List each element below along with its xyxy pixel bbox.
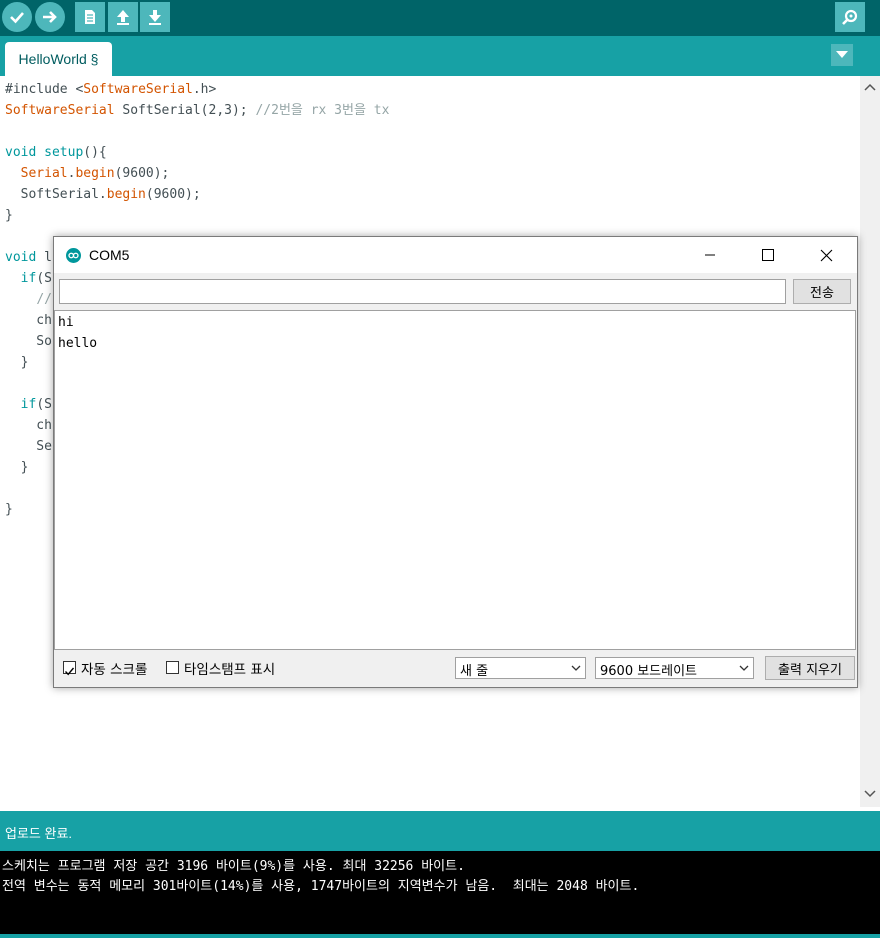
serial-output-line: hi	[58, 315, 74, 330]
code-token: SoftSerial.begin(9600);	[5, 187, 201, 202]
console-line: 전역 변수는 동적 메모리 301바이트(14%)를 사용, 1747바이트의 …	[2, 879, 640, 894]
verify-button[interactable]	[2, 2, 32, 32]
scroll-up-icon[interactable]	[864, 82, 876, 94]
code-line-18: Se	[5, 436, 52, 457]
new-sketch-button[interactable]	[75, 2, 105, 32]
serial-monitor-window: COM5 전송 hi hello 자동 스크롤 타임스탬프 표시 새 줄 960…	[53, 236, 858, 688]
console-output: 스케치는 프로그램 저장 공간 3196 바이트(9%)를 사용. 최대 322…	[0, 851, 880, 934]
baud-rate-select[interactable]: 9600 보드레이트	[595, 657, 754, 679]
code-line-2: SoftwareSerial SoftSerial(2,3); //2번을 rx…	[5, 100, 389, 121]
code-token: So	[5, 334, 52, 349]
code-token: }	[5, 460, 29, 475]
new-icon	[85, 10, 95, 24]
open-sketch-button[interactable]	[108, 2, 138, 32]
code-token: }	[5, 502, 13, 517]
autoscroll-label[interactable]: 자동 스크롤	[81, 658, 147, 678]
serial-monitor-titlebar[interactable]: COM5	[54, 237, 857, 273]
status-text: 업로드 완료.	[5, 826, 73, 841]
code-line-13: So	[5, 331, 52, 352]
code-line-16: if(S	[5, 394, 52, 415]
tab-menu-button[interactable]	[831, 44, 853, 66]
line-ending-value: 새 줄	[460, 664, 489, 679]
code-token: void setup(){	[5, 145, 107, 160]
arduino-logo-icon	[66, 248, 81, 263]
status-bar: 업로드 완료.	[0, 811, 880, 851]
code-token: Se	[5, 439, 52, 454]
upload-icon	[43, 11, 57, 23]
chevron-down-icon	[739, 665, 749, 671]
chevron-down-icon	[571, 665, 581, 671]
code-line-17: ch	[5, 415, 52, 436]
send-button[interactable]: 전송	[793, 279, 851, 304]
minimize-icon	[705, 254, 715, 256]
minimize-button[interactable]	[681, 237, 739, 273]
close-icon	[820, 249, 832, 261]
code-line-10: if(S	[5, 268, 52, 289]
toolbar	[0, 0, 880, 36]
code-token: Serial.begin(9600);	[20, 166, 170, 181]
code-token: SoftwareSerial SoftSerial(2,3); //2번을 rx…	[5, 103, 390, 118]
serial-output[interactable]: hi hello	[54, 310, 856, 650]
maximize-button[interactable]	[739, 237, 797, 273]
code-line-7: }	[5, 205, 13, 226]
baud-rate-value: 9600 보드레이트	[600, 664, 698, 679]
bottom-strip	[0, 934, 880, 938]
serial-monitor-button[interactable]	[835, 2, 865, 32]
editor-scrollbar[interactable]	[860, 76, 880, 807]
open-icon	[117, 10, 129, 25]
serial-output-line: hello	[58, 336, 98, 351]
code-line-6: SoftSerial.begin(9600);	[5, 184, 201, 205]
code-line-5: Serial.begin(9600);	[5, 163, 170, 184]
code-token: void l	[5, 250, 52, 265]
tab-bar: HelloWorld §	[0, 36, 880, 76]
code-line-1: #include <SoftwareSerial.h>	[5, 79, 216, 100]
timestamp-label[interactable]: 타임스탬프 표시	[184, 658, 275, 678]
magnifier-icon	[842, 9, 858, 25]
code-token: ch	[5, 418, 52, 433]
verify-icon	[10, 12, 24, 24]
code-token: ch	[5, 313, 52, 328]
serial-send-input[interactable]	[59, 279, 786, 304]
save-sketch-button[interactable]	[140, 2, 170, 32]
code-line-19: }	[5, 457, 29, 478]
console-line: 스케치는 프로그램 저장 공간 3196 바이트(9%)를 사용. 최대 322…	[2, 859, 465, 874]
code-line-12: ch	[5, 310, 52, 331]
code-line-14: }	[5, 352, 29, 373]
clear-output-button[interactable]: 출력 지우기	[765, 656, 855, 680]
checkmark-icon	[64, 667, 75, 676]
save-icon	[149, 10, 161, 25]
code-token: if(S	[20, 271, 52, 286]
autoscroll-checkbox[interactable]	[63, 661, 76, 676]
close-button[interactable]	[797, 237, 855, 273]
code-token: if(S	[20, 397, 52, 412]
code-token: }	[5, 355, 29, 370]
timestamp-checkbox[interactable]	[166, 661, 179, 674]
upload-button[interactable]	[35, 2, 65, 32]
serial-monitor-title: COM5	[89, 247, 130, 263]
code-token: #include <SoftwareSerial.h>	[5, 82, 217, 97]
line-ending-select[interactable]: 새 줄	[455, 657, 586, 679]
code-line-11: //	[5, 289, 52, 310]
code-token: //	[36, 292, 52, 307]
scroll-down-icon[interactable]	[864, 787, 876, 799]
maximize-icon	[762, 249, 774, 261]
tab-helloworld[interactable]: HelloWorld §	[5, 42, 112, 76]
code-token: }	[5, 208, 13, 223]
code-line-21: }	[5, 499, 13, 520]
code-line-9: void l	[5, 247, 52, 268]
code-line-4: void setup(){	[5, 142, 107, 163]
chevron-down-icon	[836, 51, 848, 58]
